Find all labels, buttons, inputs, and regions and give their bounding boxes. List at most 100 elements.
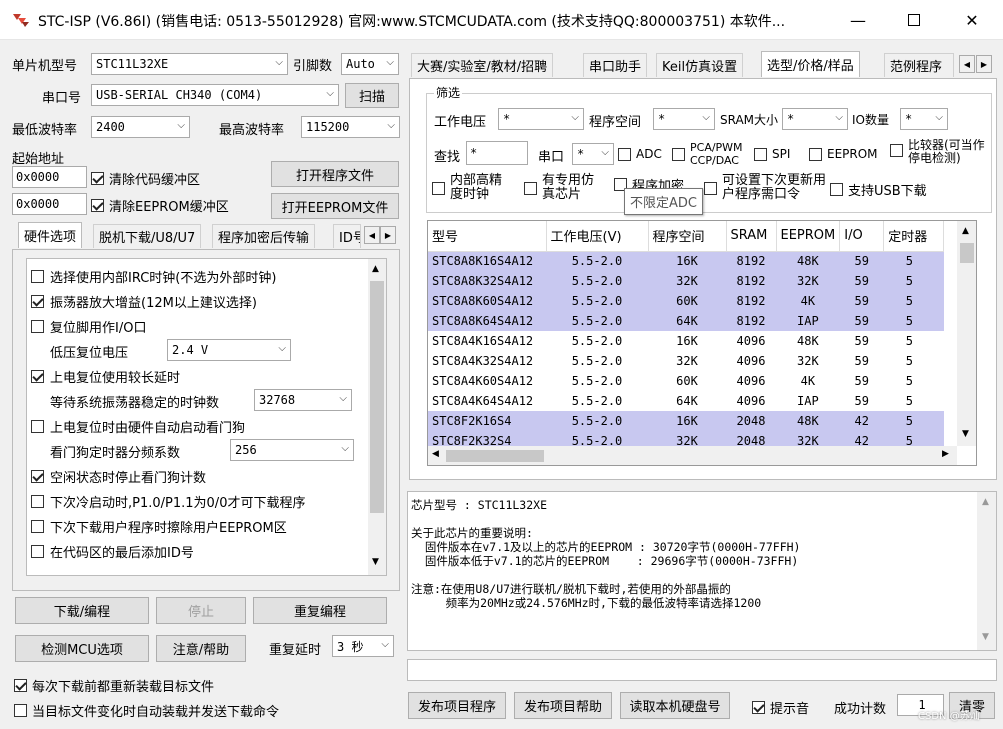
open-program-button[interactable]: 打开程序文件 — [271, 161, 399, 187]
option-select[interactable]: 32768 ⌵ — [254, 389, 352, 411]
update-password-checkbox[interactable]: 可设置下次更新用户程序需口令 — [704, 174, 830, 202]
read-hd-button[interactable]: 读取本机硬盘号 — [620, 692, 730, 719]
table-vscrollbar[interactable]: ▲ ▼ — [957, 221, 976, 446]
io-select[interactable]: * ⌵ — [900, 108, 948, 130]
port-select[interactable]: USB-SERIAL CH340 (COM4) ⌵ — [91, 84, 339, 106]
eeprom-addr-input[interactable]: 0x0000 — [12, 193, 87, 215]
table-row[interactable]: STC8A8K16S4A12 5.5-2.0 16K 8192 48K 59 5 — [428, 251, 944, 271]
spi-checkbox[interactable]: SPI — [754, 147, 790, 161]
tab-selection-price[interactable]: 选型/价格/样品 — [761, 51, 860, 77]
scroll-up-icon[interactable]: ▲ — [372, 264, 379, 274]
publish-help-button[interactable]: 发布项目帮助 — [514, 692, 612, 719]
tab-offline-download[interactable]: 脱机下载/U8/U7 — [93, 224, 202, 248]
tab-serial-assistant[interactable]: 串口助手 — [583, 53, 648, 77]
eeprom-checkbox[interactable]: EEPROM — [809, 147, 878, 161]
max-baud-select[interactable]: 115200 ⌵ — [301, 116, 400, 138]
hscroll-thumb[interactable] — [446, 450, 544, 462]
tab-hardware-options[interactable]: 硬件选项 — [18, 222, 83, 248]
right-tab-scroll-left[interactable]: ◀ — [959, 55, 975, 73]
publish-project-button[interactable]: 发布项目程序 — [408, 692, 506, 719]
scroll-down-icon[interactable]: ▼ — [982, 632, 989, 642]
prog-space-select[interactable]: * ⌵ — [653, 108, 715, 130]
tab-keil-settings[interactable]: Keil仿真设置 — [656, 53, 744, 77]
clear-code-checkbox[interactable]: 清除代码缓冲区 — [91, 169, 200, 188]
hp-clock-checkbox[interactable]: 内部高精度时钟 — [432, 174, 510, 202]
tab-examples[interactable]: 范例程序 — [884, 53, 954, 77]
options-vscrollbar[interactable]: ▲ ▼ — [368, 259, 386, 575]
tab-encrypted-transfer[interactable]: 程序加密后传输 — [212, 224, 316, 248]
tab-id[interactable]: ID号 — [333, 224, 361, 248]
option-checkbox[interactable]: 在代码区的最后添加ID号 — [31, 542, 194, 561]
table-header[interactable]: 型号 — [428, 221, 547, 252]
minimize-button[interactable]: — — [829, 0, 887, 40]
download-button[interactable]: 下载/编程 — [15, 597, 149, 624]
open-eeprom-button[interactable]: 打开EEPROM文件 — [271, 193, 399, 219]
table-row[interactable]: STC8A4K64S4A12 5.5-2.0 64K 4096 IAP 59 5 — [428, 391, 944, 411]
scan-button[interactable]: 扫描 — [345, 83, 399, 108]
tab-competition[interactable]: 大赛/实验室/教材/招聘 — [411, 53, 554, 77]
scroll-down-icon[interactable]: ▼ — [372, 557, 379, 567]
option-checkbox[interactable]: 空闲状态时停止看门狗计数 — [31, 467, 206, 486]
mcu-select[interactable]: STC11L32XE ⌵ — [91, 53, 288, 75]
table-header[interactable]: 定时器 — [883, 221, 945, 252]
option-select[interactable]: 2.4 V ⌵ — [167, 339, 291, 361]
info-vscrollbar[interactable]: ▲ ▼ — [977, 492, 996, 650]
table-row[interactable]: STC8F2K32S4 5.5-2.0 32K 2048 32K 42 5 — [428, 431, 944, 446]
reload-checkbox[interactable]: 每次下载前都重新装载目标文件 — [14, 676, 214, 695]
option-select[interactable]: 256 ⌵ — [230, 439, 354, 461]
pins-select[interactable]: Auto ⌵ — [341, 53, 399, 75]
option-checkbox[interactable]: 下次冷启动时,P1.0/P1.1为0/0才可下载程序 — [31, 492, 305, 511]
table-hscrollbar[interactable]: ◀ ▶ — [428, 446, 957, 465]
scroll-thumb[interactable] — [370, 281, 384, 513]
option-checkbox[interactable]: 复位脚用作I/O口 — [31, 317, 146, 336]
min-baud-select[interactable]: 2400 ⌵ — [91, 116, 190, 138]
table-row[interactable]: STC8A8K32S4A12 5.5-2.0 32K 8192 32K 59 5 — [428, 271, 944, 291]
repeat-delay-select[interactable]: 3 秒 ⌵ — [332, 635, 394, 657]
option-checkbox[interactable]: 下次下载用户程序时擦除用户EEPROM区 — [31, 517, 287, 536]
adc-checkbox[interactable]: ADC — [618, 147, 662, 161]
code-addr-input[interactable]: 0x0000 — [12, 166, 87, 188]
pca-checkbox[interactable]: PCA/PWM CCP/DAC — [672, 141, 743, 167]
usb-download-checkbox[interactable]: 支持USB下载 — [830, 180, 927, 199]
help-button[interactable]: 注意/帮助 — [156, 635, 246, 662]
table-header[interactable]: 工作电压(V) — [546, 221, 649, 252]
tab-scroll-left[interactable]: ◀ — [364, 226, 380, 244]
scroll-right-icon[interactable]: ▶ — [942, 449, 949, 459]
option-checkbox[interactable]: 上电复位时由硬件自动启动看门狗 — [31, 417, 245, 436]
sram-select[interactable]: * ⌵ — [782, 108, 848, 130]
search-input[interactable]: * — [466, 141, 528, 165]
table-row[interactable]: STC8A4K16S4A12 5.5-2.0 16K 4096 48K 59 5 — [428, 331, 944, 351]
scroll-up-icon[interactable]: ▲ — [982, 497, 989, 507]
table-row[interactable]: STC8A4K60S4A12 5.5-2.0 60K 4096 4K 59 5 — [428, 371, 944, 391]
right-tab-scroll-right[interactable]: ▶ — [976, 55, 992, 73]
option-checkbox[interactable]: 选择使用内部IRC时钟(不选为外部时钟) — [31, 267, 276, 286]
scroll-up-icon[interactable]: ▲ — [962, 226, 969, 236]
table-row[interactable]: STC8A8K64S4A12 5.5-2.0 64K 8192 IAP 59 5 — [428, 311, 944, 331]
table-header[interactable]: 程序空间 — [648, 221, 727, 252]
close-button[interactable]: ✕ — [943, 0, 1001, 40]
emu-chip-checkbox[interactable]: 有专用仿真芯片 — [524, 174, 602, 202]
scroll-left-icon[interactable]: ◀ — [432, 449, 439, 459]
reprogram-button[interactable]: 重复编程 — [253, 597, 387, 624]
table-header[interactable]: I/O — [839, 221, 885, 252]
option-checkbox[interactable]: 振荡器放大增益(12M以上建议选择) — [31, 292, 257, 311]
table-row[interactable]: STC8F2K16S4 5.5-2.0 16K 2048 48K 42 5 — [428, 411, 944, 431]
sound-checkbox[interactable]: 提示音 — [752, 698, 809, 717]
scroll-thumb[interactable] — [960, 243, 974, 263]
table-row[interactable]: STC8A8K60S4A12 5.5-2.0 60K 8192 4K 59 5 — [428, 291, 944, 311]
uart-select[interactable]: * ⌵ — [572, 143, 614, 165]
scroll-down-icon[interactable]: ▼ — [962, 429, 969, 439]
comparator-checkbox[interactable]: 比较器(可当作停电检测) — [890, 139, 995, 165]
table-row[interactable]: STC8A4K32S4A12 5.5-2.0 32K 4096 32K 59 5 — [428, 351, 944, 371]
tab-scroll-right[interactable]: ▶ — [380, 226, 396, 244]
stop-button[interactable]: 停止 — [156, 597, 246, 624]
check-mcu-button[interactable]: 检测MCU选项 — [15, 635, 149, 662]
clear-eeprom-checkbox[interactable]: 清除EEPROM缓冲区 — [91, 196, 229, 215]
auto-send-checkbox[interactable]: 当目标文件变化时自动装载并发送下载命令 — [14, 701, 279, 720]
option-checkbox[interactable]: 上电复位使用较长延时 — [31, 367, 180, 386]
table-header[interactable]: EEPROM — [776, 221, 841, 252]
table-cell: 4K — [800, 374, 816, 388]
maximize-button[interactable] — [885, 0, 943, 40]
table-header[interactable]: SRAM — [726, 221, 777, 252]
voltage-select[interactable]: * ⌵ — [498, 108, 584, 130]
